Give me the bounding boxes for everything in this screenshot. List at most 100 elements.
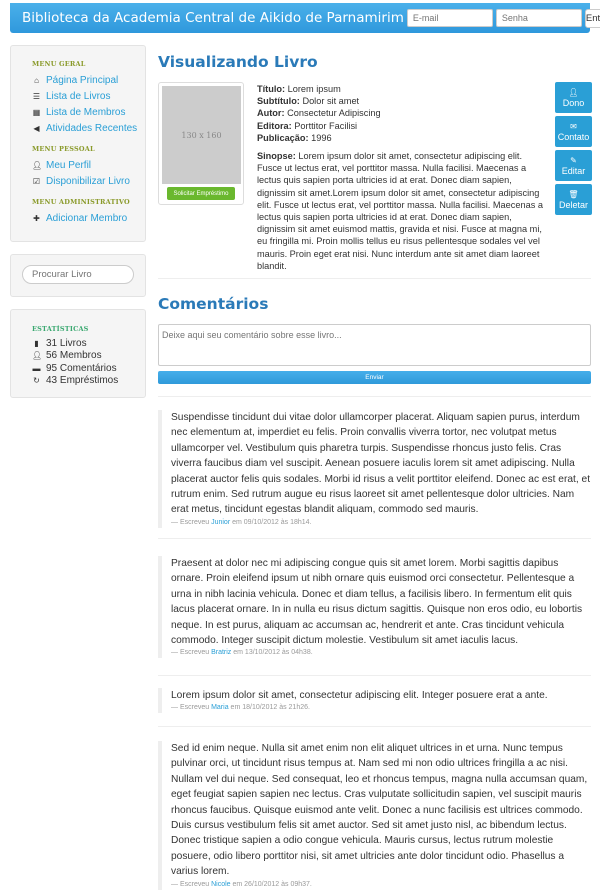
field-author: Autor: Consectetur Adipiscing bbox=[257, 107, 543, 119]
top-navbar: Biblioteca da Academia Central de Aikido… bbox=[10, 3, 600, 33]
sidebar-item-activities[interactable]: ◀ Atividades Recentes bbox=[32, 120, 145, 136]
field-value: Dolor sit amet bbox=[302, 96, 360, 107]
book-icon: ▮ bbox=[34, 338, 39, 348]
field-label: Publicação: bbox=[257, 132, 309, 143]
comment-date: em 26/10/2012 às 09h37. bbox=[232, 880, 312, 888]
divider bbox=[158, 675, 591, 676]
comment-meta: — Escreveu Bratriz em 13/10/2012 às 04h3… bbox=[171, 648, 591, 658]
stat-label: 43 Empréstimos bbox=[46, 375, 119, 387]
stat-label: 31 Livros bbox=[46, 337, 87, 349]
login-button[interactable]: Entrar bbox=[584, 8, 600, 28]
stat-comments: ▬ 95 Comentários bbox=[32, 362, 145, 375]
stat-label: 95 Comentários bbox=[46, 362, 117, 374]
page-title: Visualizando Livro bbox=[158, 53, 318, 71]
sidebar-item-members[interactable]: ▦ Lista de Membros bbox=[32, 104, 145, 120]
sidebar-item-label: Página Principal bbox=[46, 74, 119, 86]
contact-button[interactable]: ✉ Contato bbox=[555, 116, 592, 147]
comment-date: em 13/10/2012 às 04h38. bbox=[233, 649, 313, 657]
search-book-input[interactable] bbox=[22, 265, 134, 284]
comment-item: Lorem ipsum dolor sit amet, consectetur … bbox=[158, 688, 591, 714]
comment-date: em 09/10/2012 às 18h14. bbox=[232, 518, 312, 526]
menu-personal-heading: Menu Pessoal bbox=[32, 145, 95, 153]
comment-item: Praesent at dolor nec mi adipiscing cong… bbox=[158, 556, 591, 659]
stat-loans: ↻ 43 Empréstimos bbox=[32, 375, 145, 388]
sidebar-item-share-book[interactable]: ☑ Disponibilizar Livro bbox=[32, 173, 145, 189]
sidebar-item-label: Meu Perfil bbox=[46, 159, 92, 171]
comment-author-link[interactable]: Bratriz bbox=[211, 649, 231, 656]
sidebar-item-label: Atividades Recentes bbox=[46, 122, 138, 134]
comments-title: Comentários bbox=[158, 295, 269, 313]
user-icon: 👤︎ bbox=[568, 87, 579, 97]
sidebar-item-home[interactable]: ⌂ Página Principal bbox=[32, 72, 145, 88]
comment-text: Lorem ipsum dolor sit amet, consectetur … bbox=[171, 690, 548, 701]
comment-text: Praesent at dolor nec mi adipiscing cong… bbox=[171, 558, 583, 647]
synopsis-label: Sinopse: bbox=[257, 151, 296, 162]
synopsis: Sinopse: Lorem ipsum dolor sit amet, con… bbox=[257, 150, 543, 272]
stat-members: 👤︎ 56 Membros bbox=[32, 350, 145, 363]
envelope-icon: ✉ bbox=[570, 121, 577, 131]
send-comment-button[interactable]: Enviar bbox=[158, 371, 591, 384]
button-label: Editar bbox=[561, 165, 586, 176]
divider bbox=[158, 726, 591, 727]
comment-author-link[interactable]: Nicole bbox=[211, 881, 230, 888]
comment-item: Sed id enim neque. Nulla sit amet enim n… bbox=[158, 741, 591, 890]
field-title: Título: Lorem ipsum bbox=[257, 83, 543, 95]
field-label: Título: bbox=[257, 84, 286, 94]
search-panel bbox=[10, 254, 146, 297]
stat-books: ▮ 31 Livros bbox=[32, 337, 145, 350]
field-value: Porttitor Facilisi bbox=[294, 120, 358, 131]
cover-placeholder: 130 x 160 bbox=[162, 86, 241, 184]
comment-meta: — Escreveu Junior em 09/10/2012 às 18h14… bbox=[171, 518, 591, 528]
stats-heading: Estatísticas bbox=[32, 325, 89, 333]
comment-author-link[interactable]: Junior bbox=[211, 519, 230, 526]
edit-button[interactable]: ✎ Editar bbox=[555, 150, 592, 181]
synopsis-text: Lorem ipsum dolor sit amet, consectetur … bbox=[257, 151, 543, 271]
brand-title[interactable]: Biblioteca da Academia Central de Aikido… bbox=[22, 10, 404, 26]
field-value: 1996 bbox=[311, 132, 332, 143]
meta-prefix: — Escreveu bbox=[171, 880, 210, 888]
comment-text: Suspendisse tincidunt dui vitae dolor ul… bbox=[171, 412, 591, 516]
sidebar-item-label: Lista de Membros bbox=[46, 106, 126, 118]
sidebar-item-label: Lista de Livros bbox=[46, 90, 111, 102]
password-input[interactable] bbox=[495, 9, 582, 27]
field-label: Editora: bbox=[257, 120, 292, 131]
refresh-icon: ↻ bbox=[33, 376, 40, 386]
menu-admin-heading: Menu Administrativo bbox=[32, 198, 130, 206]
book-actions: 👤︎ Dono ✉ Contato ✎ Editar 🗑︎ Deletar bbox=[555, 82, 592, 218]
sidebar-item-add-member[interactable]: ✚ Adicionar Membro bbox=[32, 210, 145, 226]
comment-meta: — Escreveu Maria em 18/10/2012 às 21h26. bbox=[171, 703, 591, 713]
field-label: Autor: bbox=[257, 108, 285, 119]
stats-panel: Estatísticas ▮ 31 Livros 👤︎ 56 Membros ▬ 95… bbox=[10, 309, 146, 398]
home-icon: ⌂ bbox=[34, 75, 39, 85]
bullhorn-icon: ◀ bbox=[33, 123, 40, 133]
field-publisher: Editora: Porttitor Facilisi bbox=[257, 120, 543, 132]
field-publication: Publicação: 1996 bbox=[257, 132, 543, 144]
request-loan-button[interactable]: Solicitar Empréstimo bbox=[167, 187, 235, 200]
email-input[interactable] bbox=[406, 9, 493, 27]
comment-textarea[interactable] bbox=[158, 324, 591, 366]
plus-icon: ✚ bbox=[33, 213, 40, 223]
button-label: Contato bbox=[557, 131, 590, 142]
button-label: Dono bbox=[562, 97, 585, 108]
field-value: Consectetur Adipiscing bbox=[287, 108, 381, 119]
list-icon: ☰ bbox=[32, 91, 41, 101]
delete-button[interactable]: 🗑︎ Deletar bbox=[555, 184, 592, 215]
meta-prefix: — Escreveu bbox=[171, 518, 210, 526]
sidebar-menu: Menu Geral ⌂ Página Principal ☰ Lista de L… bbox=[10, 45, 146, 242]
comment-date: em 18/10/2012 às 21h26. bbox=[230, 704, 310, 712]
sidebar-item-profile[interactable]: 👤︎ Meu Perfil bbox=[32, 157, 145, 173]
trash-icon: 🗑︎ bbox=[568, 189, 579, 199]
field-subtitle: Subtítulo: Dolor sit amet bbox=[257, 95, 543, 107]
user-icon: 👤︎ bbox=[32, 160, 43, 170]
button-label: Deletar bbox=[558, 199, 588, 210]
comment-icon: ▬ bbox=[32, 363, 41, 373]
divider bbox=[158, 538, 591, 539]
comment-meta: — Escreveu Nicole em 26/10/2012 às 09h37… bbox=[171, 880, 591, 890]
check-icon: ☑ bbox=[32, 176, 41, 186]
owner-button[interactable]: 👤︎ Dono bbox=[555, 82, 592, 113]
comment-item: Suspendisse tincidunt dui vitae dolor ul… bbox=[158, 410, 591, 528]
pencil-icon: ✎ bbox=[570, 155, 577, 165]
comment-author-link[interactable]: Maria bbox=[211, 704, 229, 711]
sidebar-item-books[interactable]: ☰ Lista de Livros bbox=[32, 88, 145, 104]
divider bbox=[158, 396, 591, 397]
